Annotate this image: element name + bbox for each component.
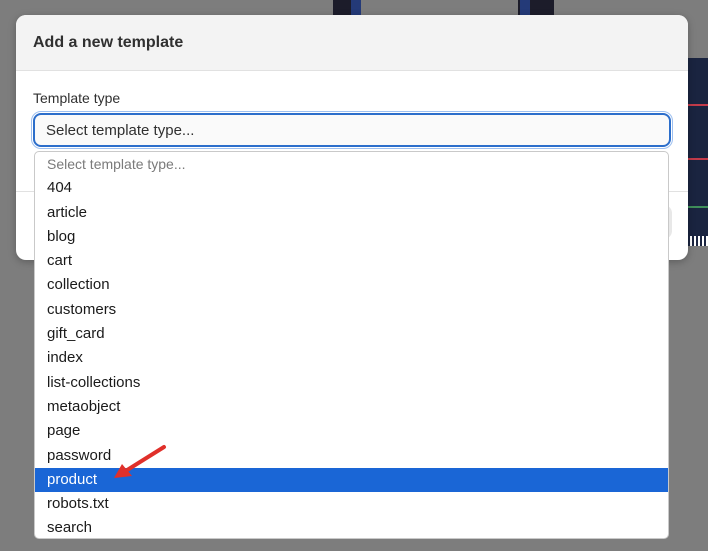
option-index[interactable]: index	[35, 346, 668, 370]
background-strip-4	[520, 0, 530, 15]
template-type-select[interactable]: Select template type...	[31, 111, 673, 149]
option-collection[interactable]: collection	[35, 273, 668, 297]
option-metaobject[interactable]: metaobject	[35, 395, 668, 419]
background-panel	[686, 58, 708, 246]
dialog-title: Add a new template	[33, 33, 184, 51]
dialog-header: Add a new template	[16, 15, 688, 71]
option-gift-card[interactable]: gift_card	[35, 322, 668, 346]
template-type-dropdown-list: Select template type... 404 article blog…	[34, 151, 669, 539]
dialog-body: Template type Select template type...	[16, 71, 688, 149]
option-cart[interactable]: cart	[35, 249, 668, 273]
option-password[interactable]: password	[35, 444, 668, 468]
option-search[interactable]: search	[35, 516, 668, 538]
option-list-collections[interactable]: list-collections	[35, 371, 668, 395]
option-blog[interactable]: blog	[35, 225, 668, 249]
option-robots-txt[interactable]: robots.txt	[35, 492, 668, 516]
template-type-label: Template type	[33, 90, 121, 106]
option-customers[interactable]: customers	[35, 298, 668, 322]
template-type-select-value: Select template type...	[46, 121, 195, 139]
option-placeholder[interactable]: Select template type...	[35, 152, 668, 176]
option-article[interactable]: article	[35, 201, 668, 225]
background-strip-2	[351, 0, 361, 15]
option-404[interactable]: 404	[35, 176, 668, 200]
option-product[interactable]: product	[35, 467, 668, 493]
option-page[interactable]: page	[35, 419, 668, 443]
